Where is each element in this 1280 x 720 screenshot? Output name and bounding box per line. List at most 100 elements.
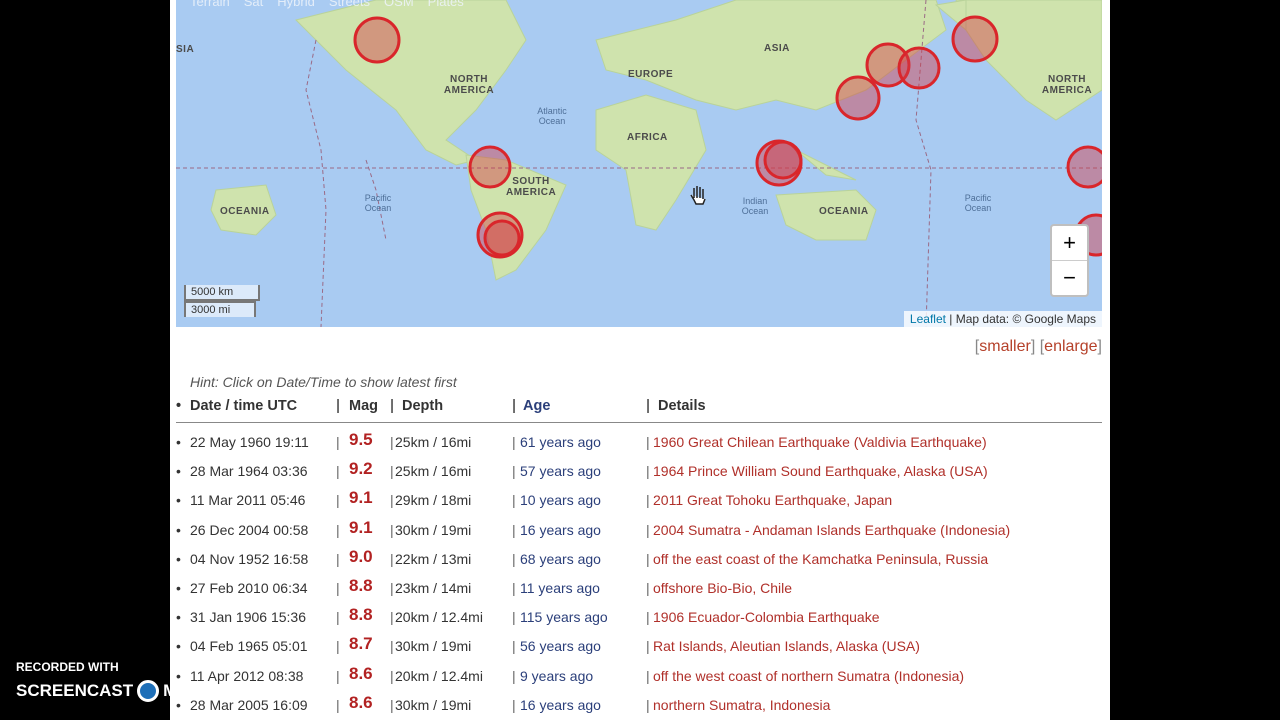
- row-depth: 30km / 19mi: [395, 638, 472, 655]
- separator: |: [390, 550, 394, 567]
- row-date[interactable]: 11 Mar 2011 05:46: [190, 492, 305, 508]
- separator: |: [646, 434, 650, 450]
- row-bullet: •: [176, 550, 181, 567]
- row-details-link[interactable]: offshore Bio-Bio, Chile: [653, 580, 792, 596]
- header-date[interactable]: Date / time UTC: [190, 398, 297, 414]
- layer-tab-streets[interactable]: Streets: [329, 0, 370, 9]
- map-scale: 5000 km 3000 mi: [184, 285, 260, 317]
- row-details-link[interactable]: off the east coast of the Kamchatka Peni…: [653, 551, 988, 567]
- separator: |: [512, 579, 516, 596]
- separator: |: [390, 463, 394, 480]
- label-indian-ocean: Indian Ocean: [741, 196, 769, 216]
- quake-marker: [483, 219, 521, 257]
- separator: |: [512, 550, 516, 567]
- row-details-link[interactable]: off the west coast of northern Sumatra (…: [653, 668, 964, 684]
- row-depth: 20km / 12.4mi: [395, 609, 483, 626]
- quake-marker: [951, 15, 999, 63]
- table-row: • 31 Jan 1906 15:36 | 8.8 | 20km / 12.4mi | 115…: [176, 603, 1102, 632]
- row-date[interactable]: 31 Jan 1906 15:36: [190, 609, 306, 625]
- row-details-link[interactable]: 1964 Prince William Sound Earthquake, Al…: [653, 463, 988, 479]
- separator: |: [336, 550, 340, 567]
- row-age: 56 years ago: [520, 638, 601, 655]
- watermark-line2a: SCREENCAST: [16, 681, 134, 700]
- table-row: • 11 Mar 2011 05:46 | 9.1 | 29km / 18mi | 10 ye…: [176, 486, 1102, 515]
- earthquake-map[interactable]: Terrain Sat Hybrid Streets OSM Plates SI…: [176, 0, 1102, 327]
- row-details-link[interactable]: 2011 Great Tohoku Earthquake, Japan: [653, 492, 892, 508]
- earthquake-list: • 22 May 1960 19:11 | 9.5 | 25km / 16mi | 61 ye…: [176, 428, 1102, 720]
- row-depth: 29km / 18mi: [395, 492, 472, 509]
- row-details-link[interactable]: 2004 Sumatra - Andaman Islands Earthquak…: [653, 522, 1010, 538]
- row-details-link[interactable]: northern Sumatra, Indonesia: [653, 697, 830, 713]
- header-depth[interactable]: Depth: [402, 398, 443, 414]
- row-bullet: •: [176, 638, 181, 655]
- row-date[interactable]: 28 Mar 1964 03:36: [190, 463, 308, 479]
- separator: |: [336, 492, 340, 509]
- table-header: • Date / time UTC | Mag | Depth | Age | …: [176, 396, 1102, 423]
- table-row: • 28 Mar 1964 03:36 | 9.2 | 25km / 16mi | 57 ye…: [176, 457, 1102, 486]
- separator: |: [336, 696, 340, 713]
- separator: |: [512, 463, 516, 480]
- separator: |: [646, 463, 650, 480]
- row-age: 10 years ago: [520, 492, 601, 509]
- row-bullet: •: [176, 463, 181, 480]
- quake-marker: [763, 140, 803, 180]
- separator: |: [390, 609, 394, 626]
- row-date[interactable]: 26 Dec 2004 00:58: [190, 522, 308, 538]
- row-depth: 30km / 19mi: [395, 696, 472, 713]
- row-age: 57 years ago: [520, 463, 601, 480]
- label-pacific-ocean-left: Pacific Ocean: [364, 193, 392, 213]
- row-details-link[interactable]: 1960 Great Chilean Earthquake (Valdivia …: [653, 434, 987, 450]
- layer-tab-plates[interactable]: Plates: [428, 0, 464, 9]
- header-mag[interactable]: Mag: [349, 398, 378, 414]
- row-magnitude: 8.8: [349, 605, 373, 625]
- table-row: • 26 Dec 2004 00:58 | 9.1 | 30km / 19mi | 16 ye…: [176, 516, 1102, 545]
- hand-cursor-icon: [690, 186, 706, 205]
- separator: |: [390, 492, 394, 509]
- row-depth: 25km / 16mi: [395, 434, 472, 450]
- smaller-link[interactable]: smaller: [979, 338, 1031, 355]
- layer-tab-terrain[interactable]: Terrain: [190, 0, 230, 9]
- separator: |: [336, 521, 340, 538]
- separator: |: [390, 579, 394, 596]
- watermark-line2b: MATIC: [163, 681, 216, 700]
- row-details-link[interactable]: 1906 Ecuador-Colombia Earthquake: [653, 609, 879, 625]
- land-sumatra: [795, 149, 857, 181]
- label-atlantic-ocean: Atlantic Ocean: [537, 106, 567, 126]
- separator: |: [390, 521, 394, 538]
- label-oceania-left: OCEANIA: [220, 206, 270, 217]
- layer-tab-sat[interactable]: Sat: [244, 0, 264, 9]
- map-resize-controls: [smaller] [enlarge]: [974, 338, 1102, 355]
- separator: |: [646, 521, 650, 538]
- row-magnitude: 9.0: [349, 546, 373, 566]
- separator: |: [646, 579, 650, 596]
- separator: |: [390, 667, 394, 684]
- label-oceania-right: OCEANIA: [819, 206, 869, 217]
- row-date[interactable]: 22 May 1960 19:11: [190, 434, 309, 450]
- leaflet-link[interactable]: Leaflet: [910, 312, 946, 326]
- header-age[interactable]: Age: [523, 398, 550, 414]
- label-asia: ASIA: [764, 43, 790, 54]
- row-details-link[interactable]: Rat Islands, Aleutian Islands, Alaska (U…: [653, 638, 920, 654]
- land-africa: [595, 94, 707, 231]
- row-magnitude: 8.8: [349, 575, 373, 595]
- row-date[interactable]: 27 Feb 2010 06:34: [190, 580, 308, 596]
- separator: |: [512, 521, 516, 538]
- row-date[interactable]: 04 Nov 1952 16:58: [190, 551, 308, 567]
- separator: |: [336, 609, 340, 626]
- layer-tab-hybrid[interactable]: Hybrid: [277, 0, 315, 9]
- separator: |: [336, 463, 340, 480]
- enlarge-link[interactable]: enlarge: [1044, 338, 1097, 355]
- zoom-out-button[interactable]: −: [1052, 261, 1087, 295]
- row-depth: 25km / 16mi: [395, 463, 472, 480]
- separator: |: [390, 434, 394, 450]
- row-date[interactable]: 04 Feb 1965 05:01: [190, 638, 308, 654]
- row-bullet: •: [176, 579, 181, 596]
- row-age: 9 years ago: [520, 667, 594, 684]
- table-row: • 22 May 1960 19:11 | 9.5 | 25km / 16mi | 61 ye…: [176, 428, 1102, 457]
- layer-tab-osm[interactable]: OSM: [384, 0, 414, 9]
- separator: |: [512, 696, 516, 713]
- zoom-in-button[interactable]: +: [1052, 226, 1087, 261]
- map-canvas: [176, 0, 1102, 327]
- page: Terrain Sat Hybrid Streets OSM Plates SI…: [170, 0, 1110, 720]
- header-details[interactable]: Details: [658, 398, 706, 414]
